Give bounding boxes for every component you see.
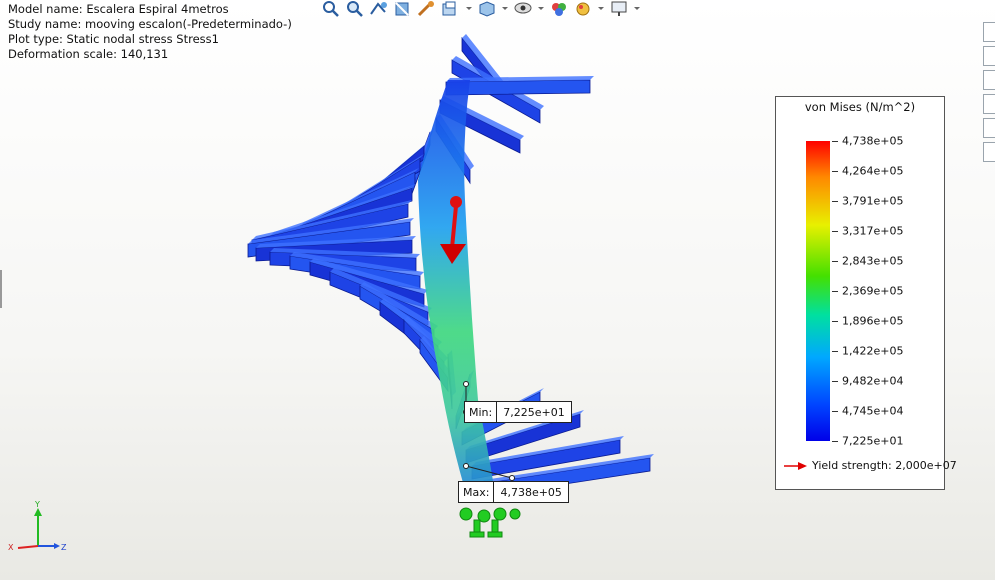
zoom-to-fit-icon[interactable] bbox=[320, 0, 342, 17]
legend-tick-label: 4,264e+05 bbox=[842, 164, 904, 178]
panel-splitter[interactable] bbox=[0, 270, 2, 308]
fixture-icons bbox=[459, 507, 521, 538]
design-library-icon[interactable] bbox=[983, 46, 995, 66]
legend-tick bbox=[832, 321, 838, 322]
min-probe-label[interactable]: Min: 7,225e+01 bbox=[464, 401, 572, 423]
hide-show-icon[interactable] bbox=[512, 0, 534, 17]
display-style-icon[interactable] bbox=[440, 0, 462, 17]
plot-type: Plot type: Static nodal stress Stress1 bbox=[8, 32, 219, 46]
legend-title: von Mises (N/m^2) bbox=[804, 100, 916, 114]
legend-tick bbox=[832, 381, 838, 382]
chevron-down-icon[interactable] bbox=[536, 0, 546, 17]
chevron-down-icon[interactable] bbox=[632, 0, 642, 17]
view-orientation-icon[interactable] bbox=[476, 0, 498, 17]
task-pane-tabs bbox=[983, 22, 995, 166]
study-name: Study name: mooving escalon(-Predetermin… bbox=[8, 17, 292, 31]
triad-y-label: Y bbox=[34, 500, 40, 509]
zoom-area-icon[interactable] bbox=[344, 0, 366, 17]
chevron-down-icon[interactable] bbox=[596, 0, 606, 17]
legend-tick bbox=[832, 291, 838, 292]
min-probe-value: 7,225e+01 bbox=[503, 405, 565, 419]
legend-tick-label: 3,791e+05 bbox=[842, 194, 904, 208]
legend-tick-label: 4,738e+05 bbox=[842, 134, 904, 148]
chevron-down-icon[interactable] bbox=[464, 0, 474, 17]
heads-up-view-toolbar bbox=[320, 0, 642, 18]
deformation-scale: Deformation scale: 140,131 bbox=[8, 47, 169, 61]
edit-appearance-icon[interactable] bbox=[548, 0, 570, 17]
file-explorer-icon[interactable] bbox=[983, 70, 995, 90]
display-settings-icon[interactable] bbox=[608, 0, 630, 17]
model-name: Model name: Escalera Espiral 4metros bbox=[8, 2, 229, 16]
legend-tick bbox=[832, 201, 838, 202]
legend-tick-label: 7,225e+01 bbox=[842, 434, 904, 448]
legend-tick bbox=[832, 441, 838, 442]
scene-icon[interactable] bbox=[572, 0, 594, 17]
legend-tick bbox=[832, 171, 838, 172]
max-probe-label[interactable]: Max: 4,738e+05 bbox=[458, 481, 569, 503]
appearances-icon[interactable] bbox=[983, 118, 995, 138]
legend-tick-label: 1,896e+05 bbox=[842, 314, 904, 328]
min-probe-key: Min: bbox=[465, 402, 498, 422]
legend-tick-label: 4,745e+04 bbox=[842, 404, 904, 418]
legend-tick-label: 2,369e+05 bbox=[842, 284, 904, 298]
reference-triad: Y X Z bbox=[8, 500, 67, 552]
legend-tick-label: 3,317e+05 bbox=[842, 224, 904, 238]
legend-colorbar bbox=[806, 141, 830, 441]
triad-z-label: Z bbox=[61, 543, 67, 552]
home-icon[interactable] bbox=[983, 22, 995, 42]
triad-x-label: X bbox=[8, 543, 14, 552]
stress-legend[interactable]: von Mises (N/m^2) 4,738e+05 4,264e+05 3,79… bbox=[775, 96, 957, 490]
legend-tick-label: 9,482e+04 bbox=[842, 374, 904, 388]
section-view-icon[interactable] bbox=[392, 0, 414, 17]
legend-tick bbox=[832, 351, 838, 352]
view-palette-icon[interactable] bbox=[983, 94, 995, 114]
legend-tick-label: 2,843e+05 bbox=[842, 254, 904, 268]
chevron-down-icon[interactable] bbox=[500, 0, 510, 17]
legend-tick bbox=[832, 261, 838, 262]
custom-properties-icon[interactable] bbox=[983, 142, 995, 162]
view-analysis-icon[interactable] bbox=[416, 0, 438, 17]
central-column bbox=[418, 80, 496, 500]
legend-tick-label: 1,422e+05 bbox=[842, 344, 904, 358]
previous-view-icon[interactable] bbox=[368, 0, 390, 17]
study-info: Model name: Escalera Espiral 4metros Stu… bbox=[8, 2, 292, 62]
max-probe-value: 4,738e+05 bbox=[500, 485, 562, 499]
yield-arrow-icon bbox=[784, 461, 807, 470]
yield-strength-indicator: Yield strength: 2,000e+07 bbox=[784, 459, 957, 472]
legend-tick bbox=[832, 231, 838, 232]
legend-tick bbox=[832, 411, 838, 412]
legend-tick bbox=[832, 141, 838, 142]
yield-strength-label: Yield strength: 2,000e+07 bbox=[812, 459, 957, 472]
max-probe-key: Max: bbox=[459, 482, 495, 502]
